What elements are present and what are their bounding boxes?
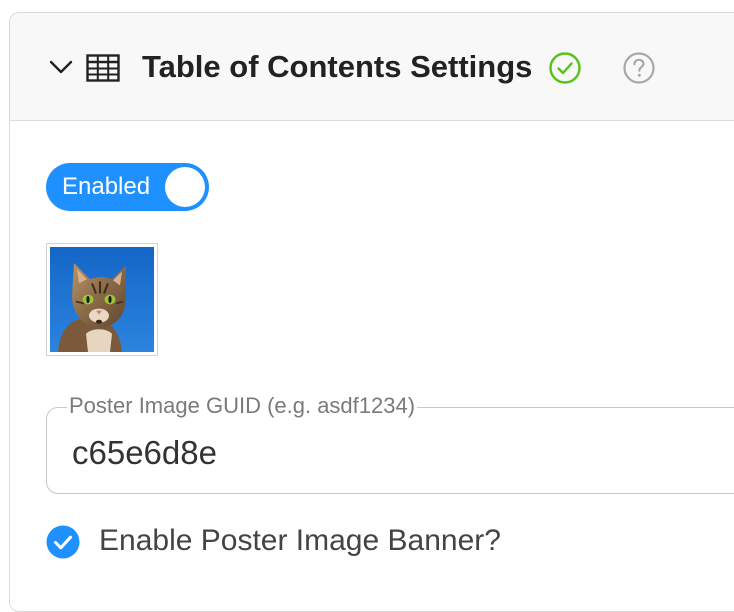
help-circle-icon[interactable] — [622, 51, 656, 85]
poster-image-thumbnail[interactable] — [46, 243, 158, 356]
table-icon — [86, 54, 120, 82]
enabled-toggle[interactable]: Enabled — [46, 163, 209, 211]
toc-settings-panel: Table of Contents Settings Enabled Poste… — [9, 12, 734, 612]
chevron-down-icon[interactable] — [48, 57, 74, 77]
enable-poster-banner-label: Enable Poster Image Banner? — [99, 524, 501, 557]
panel-header[interactable]: Table of Contents Settings — [10, 13, 734, 121]
toggle-knob — [165, 167, 205, 207]
toggle-label: Enabled — [62, 173, 151, 200]
poster-image-guid-label: Poster Image GUID (e.g. asdf1234) — [67, 392, 418, 420]
panel-title: Table of Contents Settings — [142, 49, 533, 84]
check-circle-icon — [549, 52, 581, 84]
poster-image-guid-field[interactable]: Poster Image GUID (e.g. asdf1234) — [46, 392, 734, 494]
cat-photo — [50, 247, 154, 352]
checkbox-checked-icon[interactable] — [46, 525, 80, 559]
poster-image-guid-input[interactable] — [72, 433, 672, 473]
